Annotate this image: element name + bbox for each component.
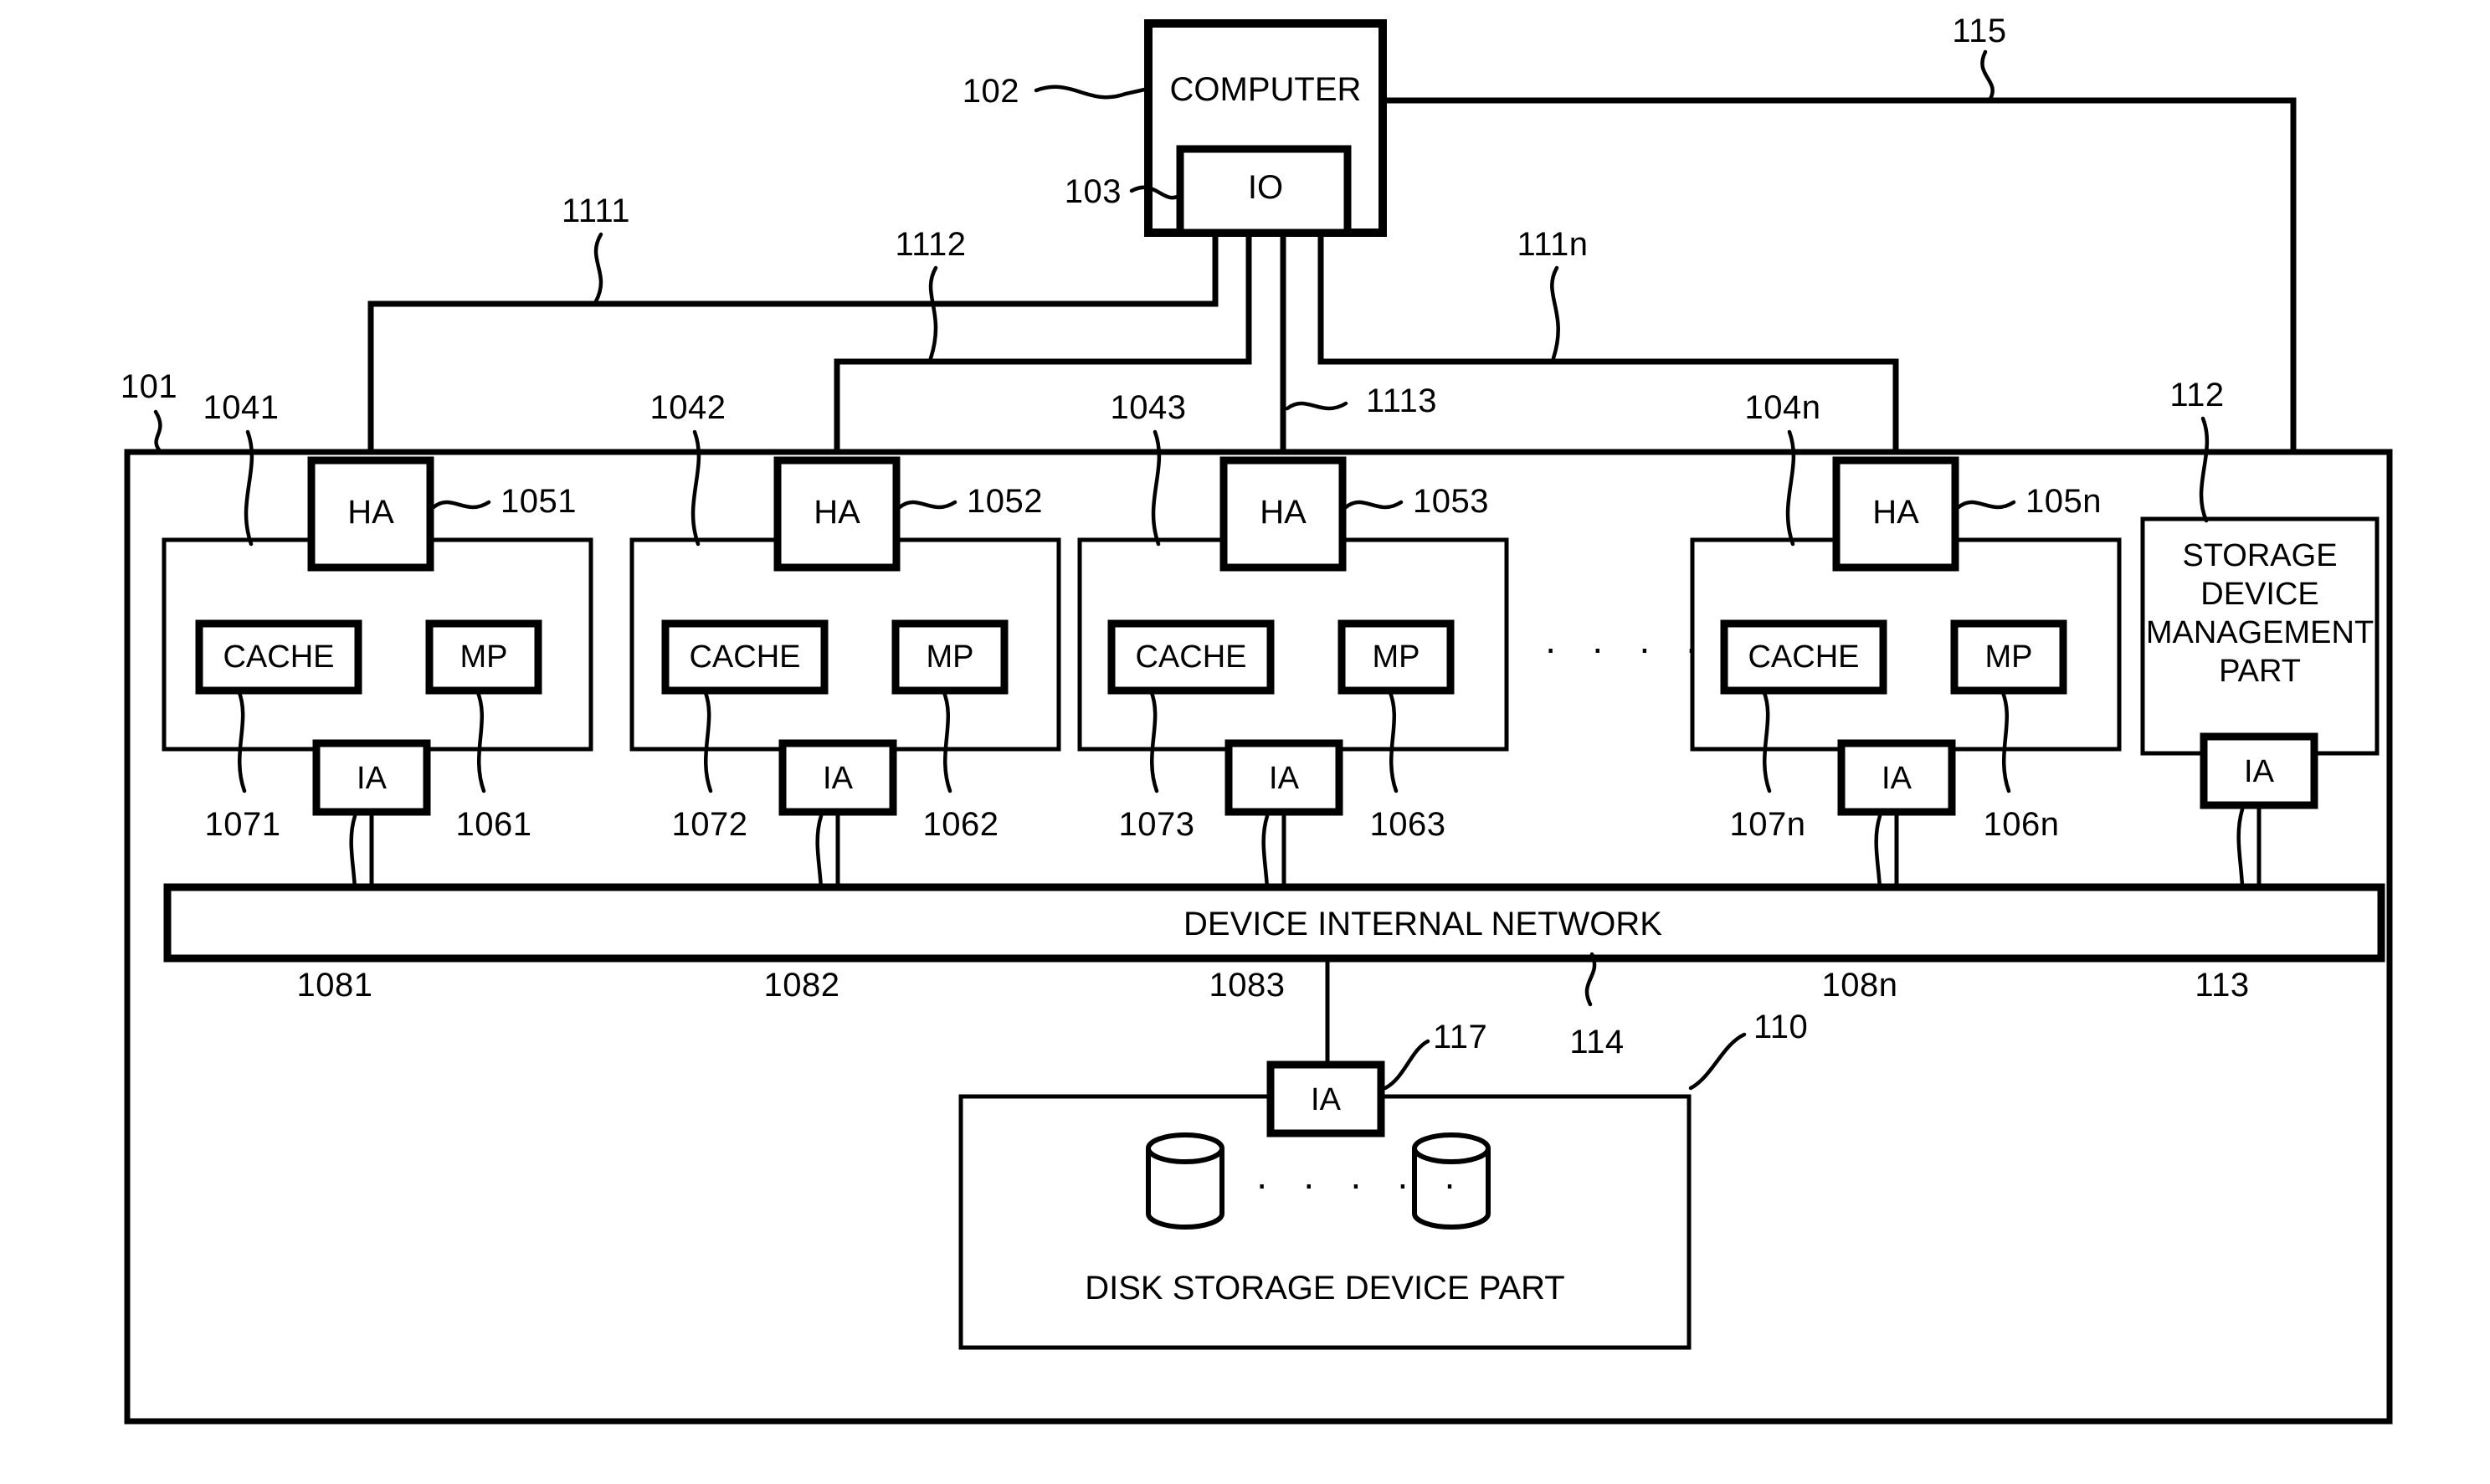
ref-1061: 1061: [456, 806, 532, 843]
ref-1052: 1052: [967, 483, 1043, 520]
disk-ellipsis: · · · · ·: [1255, 1162, 1468, 1205]
ref-1083: 1083: [1209, 967, 1286, 1004]
device-internal-network-label: DEVICE INTERNAL NETWORK: [1183, 906, 1662, 942]
module-3-mp-label: MP: [1373, 639, 1420, 675]
io-label: IO: [1248, 169, 1283, 206]
module-1-mp-label: MP: [460, 639, 508, 675]
ref-117: 117: [1433, 1019, 1487, 1055]
wire-1112: [834, 229, 1252, 464]
management-line-3: MANAGEMENT: [2146, 615, 2374, 650]
ref-1082: 1082: [764, 967, 840, 1004]
ref-1063: 1063: [1370, 806, 1446, 843]
ref-107n: 107n: [1730, 806, 1806, 843]
ref-1111: 1111: [562, 193, 630, 229]
module-2-mp-label: MP: [927, 639, 974, 675]
ref-110: 110: [1753, 1009, 1808, 1045]
module-2-ia-label: IA: [823, 761, 854, 796]
wire-111n: [1317, 229, 1899, 464]
leader-115: [1980, 49, 1995, 101]
leader-102: [1034, 85, 1151, 100]
ref-1053: 1053: [1413, 483, 1489, 520]
management-line-2: DEVICE: [2200, 577, 2318, 612]
ref-105n: 105n: [2025, 483, 2102, 520]
wire-1111: [367, 229, 1219, 464]
module-n-mp-label: MP: [1985, 639, 2033, 675]
module-3-ia-label: IA: [1269, 761, 1300, 796]
management-line-1: STORAGE: [2182, 538, 2337, 573]
ref-104n: 104n: [1745, 389, 1821, 426]
ref-1081: 1081: [297, 967, 373, 1004]
leader-101: [153, 409, 163, 454]
leader-1112: [928, 265, 938, 361]
module-1-ia-label: IA: [357, 761, 388, 796]
ref-1062: 1062: [923, 806, 999, 843]
module-n-cache-label: CACHE: [1748, 639, 1859, 675]
ref-1071: 1071: [205, 806, 281, 843]
module-3-cache-label: CACHE: [1135, 639, 1246, 675]
management-line-4: PART: [2219, 654, 2301, 689]
wire-115: [1379, 97, 2297, 472]
module-1-ha-label: HA: [347, 494, 394, 531]
module-2-ha-label: HA: [814, 494, 860, 531]
module-2-cache-label: CACHE: [689, 639, 800, 675]
module-1-cache-label: CACHE: [223, 639, 334, 675]
leader-111n: [1550, 265, 1560, 361]
disk-cylinder-left: [1146, 1132, 1224, 1230]
ref-113: 113: [2195, 967, 2249, 1004]
ref-102: 102: [963, 73, 1019, 110]
leader-1111: [593, 232, 603, 304]
computer-label: COMPUTER: [1170, 71, 1362, 108]
module-n-ha-label: HA: [1872, 494, 1919, 531]
ref-115: 115: [1952, 13, 2006, 49]
management-ia-label: IA: [2244, 754, 2275, 789]
ref-112: 112: [2169, 377, 2224, 413]
ref-1043: 1043: [1111, 389, 1187, 426]
ref-1041: 1041: [203, 389, 280, 426]
disk-ia-label: IA: [1311, 1082, 1342, 1117]
ref-1113: 1113: [1366, 383, 1437, 419]
module-3-ha-label: HA: [1260, 494, 1307, 531]
ref-1051: 1051: [501, 483, 577, 520]
ref-101: 101: [121, 368, 177, 405]
diagram-canvas: COMPUTER IO 102 103 115 1111 1112 1113 1…: [121, 13, 2393, 1425]
patent-figure: COMPUTER IO 102 103 115 1111 1112 1113 1…: [0, 0, 2490, 1484]
ref-1072: 1072: [672, 806, 748, 843]
module-n-ia-label: IA: [1882, 761, 1912, 796]
ref-1112: 1112: [895, 226, 966, 263]
ref-103: 103: [1065, 173, 1122, 210]
disk-part-label: DISK STORAGE DEVICE PART: [1085, 1270, 1564, 1307]
ref-108n: 108n: [1822, 967, 1898, 1004]
ref-111n: 111n: [1517, 226, 1588, 263]
ref-1073: 1073: [1119, 806, 1195, 843]
ref-114: 114: [1569, 1024, 1624, 1060]
ref-106n: 106n: [1984, 806, 2060, 843]
ref-1042: 1042: [650, 389, 726, 426]
leader-1113: [1285, 401, 1348, 411]
